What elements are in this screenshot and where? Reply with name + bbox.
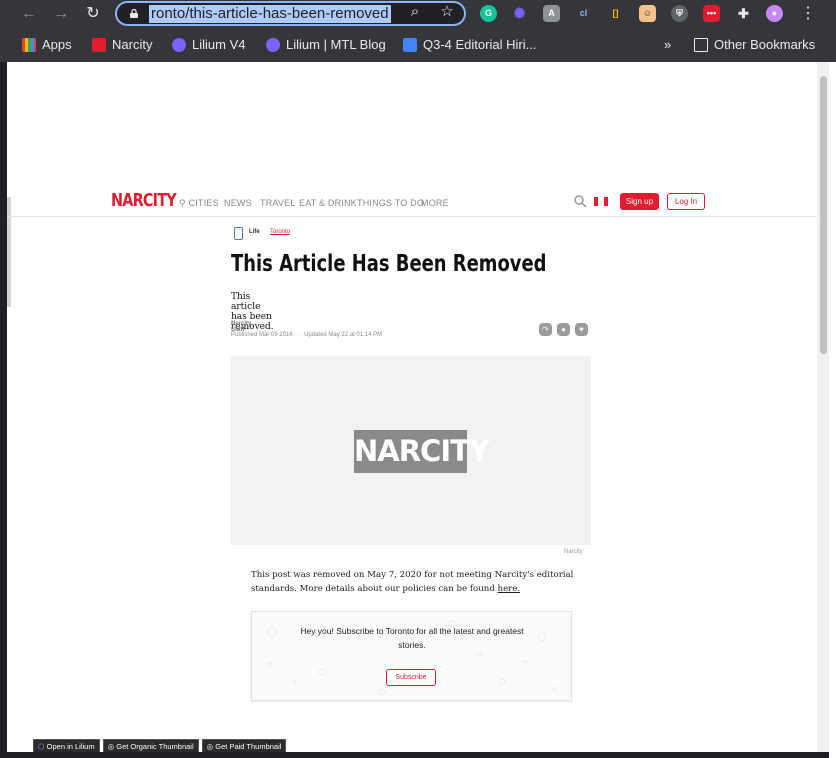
updated-date: Updated May 22 at 01:14 PM (304, 332, 383, 338)
published-date: Published Mar 09 2016 (231, 332, 293, 338)
signup-button[interactable]: Sign up (620, 193, 659, 210)
bookmark-label: Narcity (112, 37, 153, 52)
bookmark-lilium-mtl-blog[interactable]: Lilium | MTL Blog (266, 37, 386, 53)
removal-notice: This post was removed on May 7, 2020 for… (251, 568, 581, 596)
page-viewport: NARCITY ⚲ CITIES NEWS TRAVEL EAT & DRINK… (7, 62, 829, 752)
extensions-puzzle-icon[interactable]: ✚ (735, 5, 752, 22)
lilium-button-label: Get Organic Thumbnail (116, 742, 194, 751)
lilium-button-label: Get Paid Thumbnail (215, 742, 282, 751)
login-button[interactable]: Log In (667, 193, 705, 210)
bookmarks-overflow-chevron-icon[interactable]: » (664, 37, 671, 53)
city-tag[interactable]: Toronto (270, 229, 290, 235)
lilium-button-label: Open in Lilium (46, 742, 95, 751)
policy-link[interactable]: here. (498, 584, 521, 594)
heart-icon[interactable]: ♥ (575, 323, 588, 336)
phone-category-icon (234, 227, 243, 240)
bookmark-label: Apps (42, 37, 72, 52)
subscribe-text: Hey you! Subscribe to Toronto for all th… (300, 626, 524, 650)
notice-text: This post was removed on May 7, 2020 for… (251, 570, 574, 594)
bookmark-editorial-hiring[interactable]: Q3-4 Editorial Hiri... (403, 37, 536, 53)
bookmark-star-icon[interactable]: ☆ (438, 3, 456, 21)
lilium-favicon-icon (266, 38, 280, 52)
instagram-icon: ◎ (206, 742, 216, 751)
image-credit: Narcity (564, 549, 583, 555)
nav-eat-drink[interactable]: EAT & DRINK (299, 197, 357, 209)
bookmark-other-bookmarks[interactable]: Other Bookmarks (694, 37, 815, 53)
open-in-lilium-button[interactable]: ⬡ Open in Lilium (33, 739, 100, 752)
extension-shield-icon[interactable]: ⛨ (671, 5, 688, 22)
apps-grid-icon (22, 38, 36, 52)
article-headline: This Article Has Been Removed (231, 251, 547, 277)
extension-cl-icon[interactable]: cl (575, 5, 592, 22)
lilium-favicon-icon (172, 38, 186, 52)
date-separator: · (297, 332, 300, 338)
category-label[interactable]: Life (249, 229, 260, 235)
lock-icon (130, 9, 138, 18)
url-text[interactable]: ronto/this-article-has-been-removed (149, 5, 391, 23)
get-paid-thumbnail-button[interactable]: ◎ Get Paid Thumbnail (201, 739, 287, 752)
extension-face-icon[interactable]: ☺ (639, 5, 656, 22)
nav-news[interactable]: NEWS (224, 197, 252, 209)
subscribe-widget: Hey you! Subscribe to Toronto for all th… (251, 611, 572, 701)
bookmark-label: Lilium V4 (192, 37, 246, 52)
instagram-icon: ◎ (107, 742, 117, 751)
background-window-edge (829, 62, 836, 758)
canada-flag-icon[interactable] (594, 197, 608, 206)
bookmark-apps[interactable]: Apps (22, 37, 72, 53)
nav-travel[interactable]: TRAVEL (260, 197, 296, 209)
grammarly-icon[interactable]: G (480, 5, 497, 22)
bookmark-label: Lilium | MTL Blog (286, 37, 386, 52)
bookmarks-bar: Apps Narcity Lilium V4 Lilium | MTL Blog… (0, 28, 836, 62)
lilium-toolbar: ⬡ Open in Lilium ◎ Get Organic Thumbnail… (33, 739, 287, 752)
profile-avatar[interactable]: ● (766, 5, 783, 22)
bookmark-label: Q3-4 Editorial Hiri... (423, 37, 537, 52)
bookmark-narcity[interactable]: Narcity (92, 37, 152, 53)
extension-star-icon[interactable]: ✺ (511, 5, 528, 22)
search-icon[interactable] (574, 195, 587, 208)
location-pin-icon: ⚲ (179, 198, 189, 208)
hero-image: NARCITY (231, 356, 591, 545)
lilium-icon: ⬡ (38, 742, 47, 751)
extension-bracket-icon[interactable]: [] (607, 5, 624, 22)
publish-dates: Published Mar 09 2016 · Updated May 22 a… (231, 332, 382, 338)
browser-toolbar: ← → ↻ ronto/this-article-has-been-remove… (0, 0, 836, 28)
reload-icon[interactable]: ↻ (83, 4, 103, 24)
comment-icon[interactable]: ● (557, 323, 570, 336)
bookmark-label: » (664, 37, 672, 52)
narcity-logo[interactable]: NARCITY (111, 190, 177, 211)
folder-icon (694, 38, 708, 52)
share-icon[interactable]: ↷ (539, 323, 552, 336)
nav-things-to-do[interactable]: THINGS TO DO (357, 197, 424, 209)
zoom-icon[interactable]: ⌕ (406, 3, 424, 21)
extension-puzzle-icon-1[interactable]: A (543, 5, 560, 22)
scrollbar-thumb[interactable] (820, 76, 827, 354)
get-organic-thumbnail-button[interactable]: ◎ Get Organic Thumbnail (102, 739, 199, 752)
forward-icon[interactable]: → (51, 4, 71, 24)
site-header: NARCITY ⚲ CITIES NEWS TRAVEL EAT & DRINK… (7, 188, 817, 217)
nav-label: CITIES (188, 198, 219, 208)
extension-todo-icon[interactable]: ••• (703, 5, 720, 22)
nav-more[interactable]: MORE (421, 197, 449, 209)
google-docs-icon (403, 38, 417, 52)
subscribe-button[interactable]: Subscribe (386, 669, 436, 686)
bookmark-label: Other Bookmarks (714, 37, 816, 52)
kebab-menu-icon[interactable]: ⋮ (798, 4, 818, 24)
bookmark-lilium-v4[interactable]: Lilium V4 (172, 37, 245, 53)
nav-cities[interactable]: ⚲ CITIES (179, 197, 219, 209)
back-icon[interactable]: ← (19, 4, 39, 24)
hero-narcity-logo: NARCITY (354, 430, 490, 473)
narcity-favicon-icon (92, 38, 106, 52)
